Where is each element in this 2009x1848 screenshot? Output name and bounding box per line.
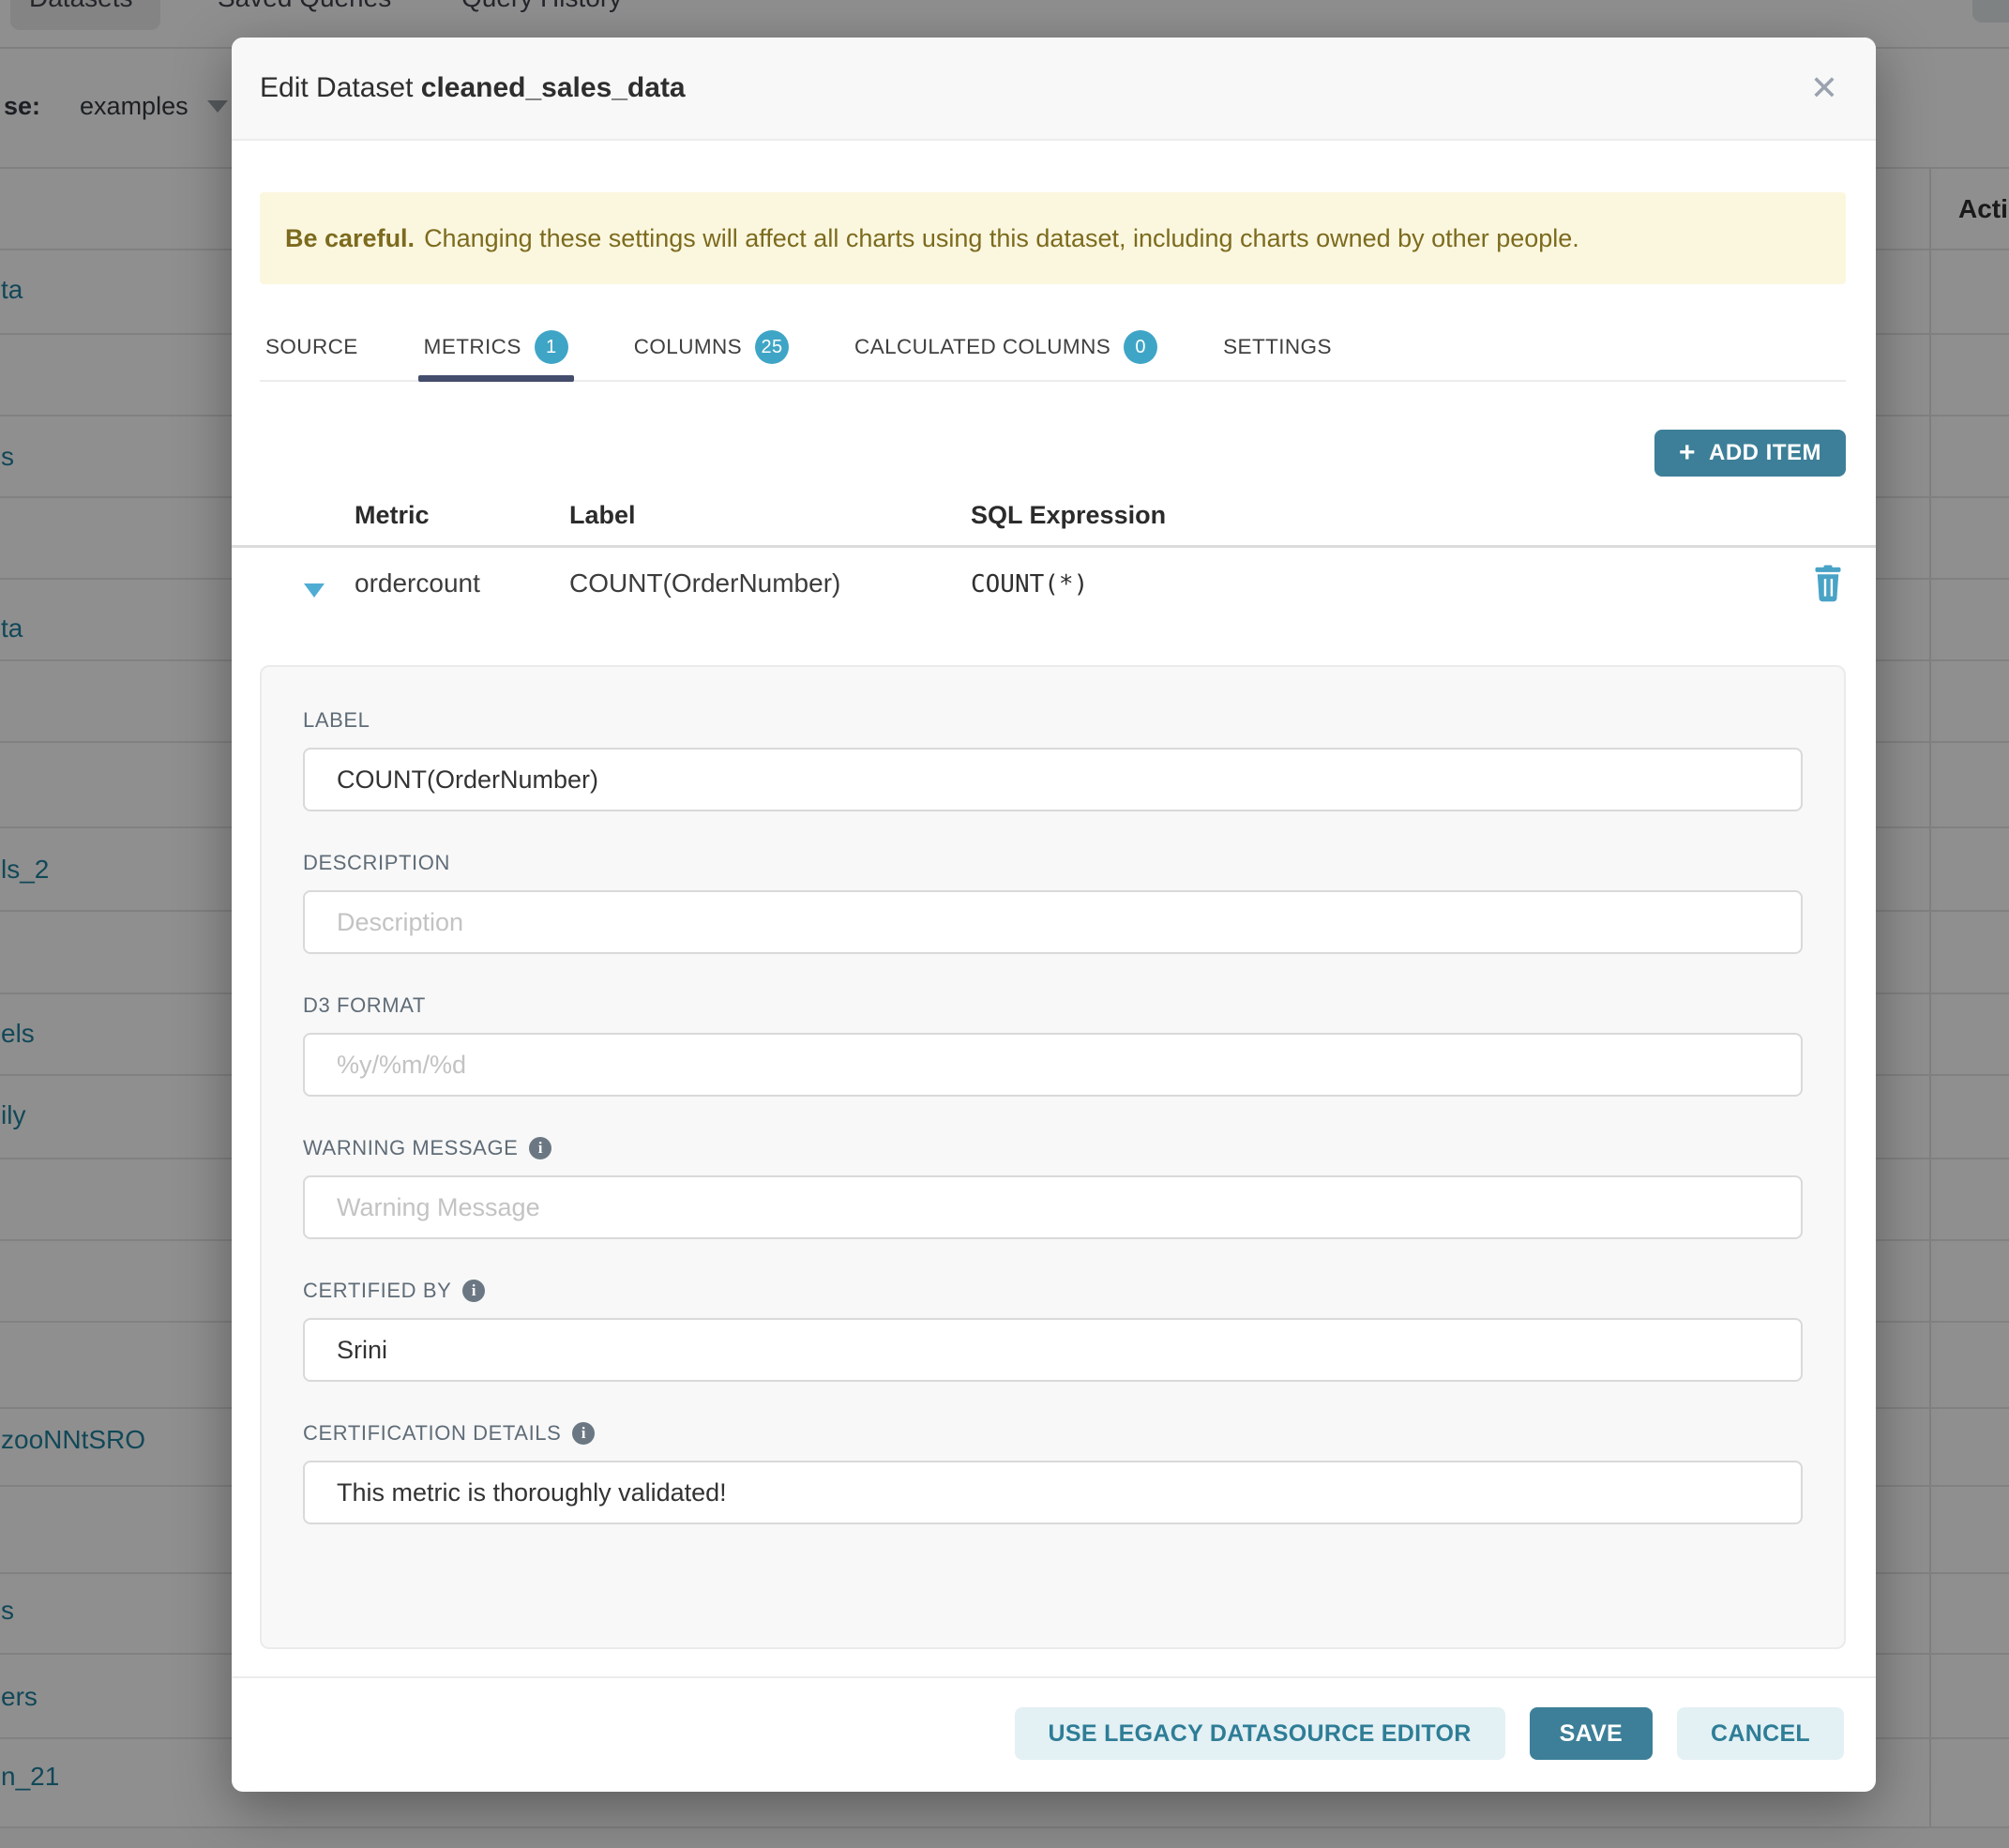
use-legacy-editor-button[interactable]: USE LEGACY DATASOURCE EDITOR — [1015, 1707, 1505, 1760]
modal-header: Edit Dataset cleaned_sales_data ✕ — [232, 38, 1876, 141]
certification-details-input[interactable]: This metric is thoroughly validated! — [303, 1461, 1803, 1524]
info-icon: i — [462, 1280, 485, 1302]
table-header-divider — [232, 545, 1876, 548]
add-item-label: ADD ITEM — [1709, 440, 1821, 466]
certification-details-field-title: CERTIFICATION DETAILS i — [303, 1421, 1803, 1446]
tab-count-badge: 25 — [755, 330, 789, 364]
metric-edit-panel: LABEL COUNT(OrderNumber) DESCRIPTION Des… — [260, 665, 1846, 1649]
warning-banner-bold: Be careful. — [285, 224, 415, 253]
certified-by-field-title-text: CERTIFIED BY — [303, 1279, 451, 1303]
save-button[interactable]: SAVE — [1530, 1707, 1653, 1760]
modal-tab-calculated-columns[interactable]: CALCULATED COLUMNS 0 — [849, 314, 1163, 380]
description-field-title: DESCRIPTION — [303, 851, 1803, 875]
label-input[interactable]: COUNT(OrderNumber) — [303, 748, 1803, 811]
modal-tab-label: COLUMNS — [634, 335, 742, 359]
certified-by-input[interactable]: Srini — [303, 1318, 1803, 1382]
warning-message-field-title-text: WARNING MESSAGE — [303, 1136, 518, 1160]
form-group-certified-by: CERTIFIED BY i Srini — [303, 1279, 1803, 1382]
form-group-d3-format: D3 FORMAT %y/%m/%d — [303, 993, 1803, 1097]
form-group-certification-details: CERTIFICATION DETAILS i This metric is t… — [303, 1421, 1803, 1524]
modal-tab-settings[interactable]: SETTINGS — [1217, 314, 1337, 380]
certified-by-field-title: CERTIFIED BY i — [303, 1279, 1803, 1303]
d3-format-field-title-text: D3 FORMAT — [303, 993, 426, 1018]
close-icon[interactable]: ✕ — [1801, 38, 1848, 139]
label-field-title: LABEL — [303, 708, 1803, 733]
collapse-caret-icon[interactable] — [304, 583, 325, 598]
d3-format-input[interactable]: %y/%m/%d — [303, 1033, 1803, 1097]
warning-banner-text: Changing these settings will affect all … — [424, 224, 1579, 253]
add-item-button[interactable]: + ADD ITEM — [1654, 430, 1846, 477]
metric-name-cell[interactable]: ordercount — [355, 568, 480, 598]
tab-count-badge: 1 — [535, 330, 568, 364]
description-input[interactable]: Description — [303, 890, 1803, 954]
column-header-metric: Metric — [355, 501, 430, 530]
warning-message-input[interactable]: Warning Message — [303, 1175, 1803, 1239]
d3-format-field-title: D3 FORMAT — [303, 993, 1803, 1018]
cancel-button[interactable]: CANCEL — [1677, 1707, 1844, 1760]
footer-divider — [232, 1676, 1876, 1678]
tab-count-badge: 0 — [1124, 330, 1157, 364]
metric-sql-cell[interactable]: COUNT(*) — [971, 570, 1088, 598]
info-icon: i — [572, 1422, 595, 1445]
screenshot-root: { "background": { "tabs": [ {"label": "D… — [0, 0, 2009, 1848]
metric-label-cell[interactable]: COUNT(OrderNumber) — [569, 568, 840, 598]
modal-title-dataset-name: cleaned_sales_data — [421, 72, 686, 103]
plus-icon: + — [1679, 439, 1696, 467]
label-field-title-text: LABEL — [303, 708, 370, 733]
warning-message-field-title: WARNING MESSAGE i — [303, 1136, 1803, 1160]
modal-tab-label: CALCULATED COLUMNS — [854, 335, 1110, 359]
description-field-title-text: DESCRIPTION — [303, 851, 450, 875]
modal-tab-label: SETTINGS — [1223, 335, 1332, 359]
info-icon: i — [529, 1137, 551, 1159]
column-header-label: Label — [569, 501, 636, 530]
modal-footer: USE LEGACY DATASOURCE EDITOR SAVE CANCEL — [1015, 1707, 1844, 1760]
delete-metric-icon[interactable] — [1811, 565, 1845, 602]
modal-tab-columns[interactable]: COLUMNS 25 — [628, 314, 794, 380]
modal-tab-label: METRICS — [424, 335, 521, 359]
modal-tab-source[interactable]: SOURCE — [260, 314, 364, 380]
modal-tab-bar: SOURCE METRICS 1 COLUMNS 25 CALCULATED COLUMN… — [260, 314, 1846, 382]
modal-title: Edit Dataset cleaned_sales_data — [260, 72, 686, 104]
modal-tab-metrics[interactable]: METRICS 1 — [418, 314, 574, 380]
modal-title-prefix: Edit Dataset — [260, 72, 413, 103]
form-group-label: LABEL COUNT(OrderNumber) — [303, 708, 1803, 811]
form-group-warning-message: WARNING MESSAGE i Warning Message — [303, 1136, 1803, 1239]
form-group-description: DESCRIPTION Description — [303, 851, 1803, 954]
modal-tab-label: SOURCE — [265, 335, 358, 359]
warning-banner: Be careful. Changing these settings will… — [260, 192, 1846, 284]
certification-details-field-title-text: CERTIFICATION DETAILS — [303, 1421, 561, 1446]
column-header-sql-expression: SQL Expression — [971, 501, 1166, 530]
edit-dataset-modal: Edit Dataset cleaned_sales_data ✕ Be car… — [232, 38, 1876, 1792]
